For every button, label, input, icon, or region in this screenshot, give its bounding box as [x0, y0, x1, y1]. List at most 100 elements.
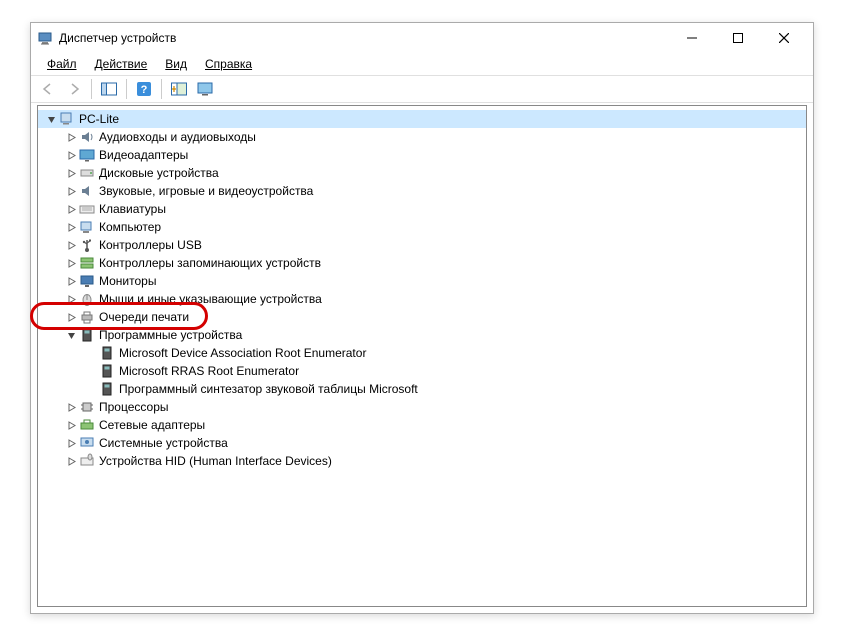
chevron-right-icon[interactable] — [64, 418, 78, 432]
device-manager-window: Диспетчер устройств Файл Действие Вид Сп… — [30, 22, 814, 614]
menu-file[interactable]: Файл — [39, 55, 85, 73]
tree-item-0[interactable]: Аудиовходы и аудиовыходы — [38, 128, 806, 146]
node-label: Программные устройства — [99, 328, 242, 342]
node-label: Дисковые устройства — [99, 166, 219, 180]
node-label: Мониторы — [99, 274, 156, 288]
node-label: Очереди печати — [99, 310, 189, 324]
menubar: Файл Действие Вид Справка — [31, 53, 813, 75]
node-label: Системные устройства — [99, 436, 228, 450]
chevron-right-icon[interactable] — [64, 292, 78, 306]
toolbar-separator — [126, 79, 127, 99]
chevron-right-icon[interactable] — [64, 220, 78, 234]
chip-icon — [99, 363, 115, 379]
close-button[interactable] — [761, 23, 807, 53]
chevron-down-icon[interactable] — [44, 112, 58, 126]
tree-item-13[interactable]: Сетевые адаптеры — [38, 416, 806, 434]
tree-item-4[interactable]: Клавиатуры — [38, 200, 806, 218]
system-icon — [79, 435, 95, 451]
window-title: Диспетчер устройств — [59, 31, 669, 45]
tree-item-6[interactable]: Контроллеры USB — [38, 236, 806, 254]
node-label: PC-Lite — [79, 112, 119, 126]
tree-item-1[interactable]: Видеоадаптеры — [38, 146, 806, 164]
hid-icon — [79, 453, 95, 469]
tree-item-2[interactable]: Дисковые устройства — [38, 164, 806, 182]
usb-icon — [79, 237, 95, 253]
window-controls — [669, 23, 807, 53]
tree-item-12[interactable]: Процессоры — [38, 398, 806, 416]
node-label: Компьютер — [99, 220, 161, 234]
chevron-right-icon[interactable] — [64, 274, 78, 288]
chevron-right-icon[interactable] — [64, 454, 78, 468]
tree-item-3[interactable]: Звуковые, игровые и видеоустройства — [38, 182, 806, 200]
tree-child-11-0[interactable]: Microsoft Device Association Root Enumer… — [38, 344, 806, 362]
chevron-right-icon[interactable] — [64, 436, 78, 450]
node-label: Видеоадаптеры — [99, 148, 188, 162]
node-label: Сетевые адаптеры — [99, 418, 205, 432]
tree-item-15[interactable]: Устройства HID (Human Interface Devices) — [38, 452, 806, 470]
tree-item-10[interactable]: Очереди печати — [38, 308, 806, 326]
toolbar: ? — [31, 75, 813, 103]
tree-child-11-2[interactable]: Программный синтезатор звуковой таблицы … — [38, 380, 806, 398]
titlebar: Диспетчер устройств — [31, 23, 813, 53]
back-button[interactable] — [37, 78, 59, 100]
maximize-button[interactable] — [715, 23, 761, 53]
chevron-right-icon[interactable] — [64, 148, 78, 162]
chevron-right-icon[interactable] — [64, 184, 78, 198]
node-label: Звуковые, игровые и видеоустройства — [99, 184, 313, 198]
node-label: Программный синтезатор звуковой таблицы … — [119, 382, 418, 396]
chevron-right-icon[interactable] — [64, 238, 78, 252]
tree-item-7[interactable]: Контроллеры запоминающих устройств — [38, 254, 806, 272]
tree-child-11-1[interactable]: Microsoft RRAS Root Enumerator — [38, 362, 806, 380]
help-button[interactable]: ? — [133, 78, 155, 100]
node-label: Microsoft Device Association Root Enumer… — [119, 346, 366, 360]
node-label: Контроллеры запоминающих устройств — [99, 256, 321, 270]
tree-item-14[interactable]: Системные устройства — [38, 434, 806, 452]
tree-item-8[interactable]: Мониторы — [38, 272, 806, 290]
cpu-icon — [79, 399, 95, 415]
chevron-right-icon[interactable] — [64, 310, 78, 324]
tree-item-5[interactable]: Компьютер — [38, 218, 806, 236]
tree-root[interactable]: PC-Lite — [38, 110, 806, 128]
menu-action[interactable]: Действие — [87, 55, 156, 73]
forward-button[interactable] — [63, 78, 85, 100]
menu-help[interactable]: Справка — [197, 55, 260, 73]
display-icon — [79, 147, 95, 163]
chip-icon — [99, 381, 115, 397]
node-label: Контроллеры USB — [99, 238, 202, 252]
disk-icon — [79, 165, 95, 181]
chevron-down-icon[interactable] — [64, 328, 78, 342]
chevron-right-icon[interactable] — [64, 400, 78, 414]
tree-item-9[interactable]: Мыши и иные указывающие устройства — [38, 290, 806, 308]
monitor-icon — [79, 273, 95, 289]
software-icon — [79, 327, 95, 343]
app-icon — [37, 30, 53, 46]
storage-icon — [79, 255, 95, 271]
svg-text:?: ? — [141, 84, 148, 96]
keyboard-icon — [79, 201, 95, 217]
chevron-right-icon[interactable] — [64, 202, 78, 216]
chip-icon — [99, 345, 115, 361]
network-icon — [79, 417, 95, 433]
node-label: Мыши и иные указывающие устройства — [99, 292, 322, 306]
node-label: Процессоры — [99, 400, 169, 414]
device-tree[interactable]: PC-Lite Аудиовходы и аудиовыходы Видеоадап… — [37, 105, 807, 607]
mouse-icon — [79, 291, 95, 307]
printer-icon — [79, 309, 95, 325]
chevron-right-icon[interactable] — [64, 130, 78, 144]
sound-icon — [79, 183, 95, 199]
node-label: Аудиовходы и аудиовыходы — [99, 130, 256, 144]
node-label: Устройства HID (Human Interface Devices) — [99, 454, 332, 468]
chevron-right-icon[interactable] — [64, 256, 78, 270]
tree-item-11[interactable]: Программные устройства — [38, 326, 806, 344]
node-label: Клавиатуры — [99, 202, 166, 216]
monitor-button[interactable] — [194, 78, 216, 100]
chevron-right-icon[interactable] — [64, 166, 78, 180]
minimize-button[interactable] — [669, 23, 715, 53]
audio-icon — [79, 129, 95, 145]
toolbar-separator — [161, 79, 162, 99]
show-hide-tree-button[interactable] — [98, 78, 120, 100]
scan-hardware-button[interactable] — [168, 78, 190, 100]
menu-view[interactable]: Вид — [157, 55, 195, 73]
computer-icon — [79, 219, 95, 235]
toolbar-separator — [91, 79, 92, 99]
